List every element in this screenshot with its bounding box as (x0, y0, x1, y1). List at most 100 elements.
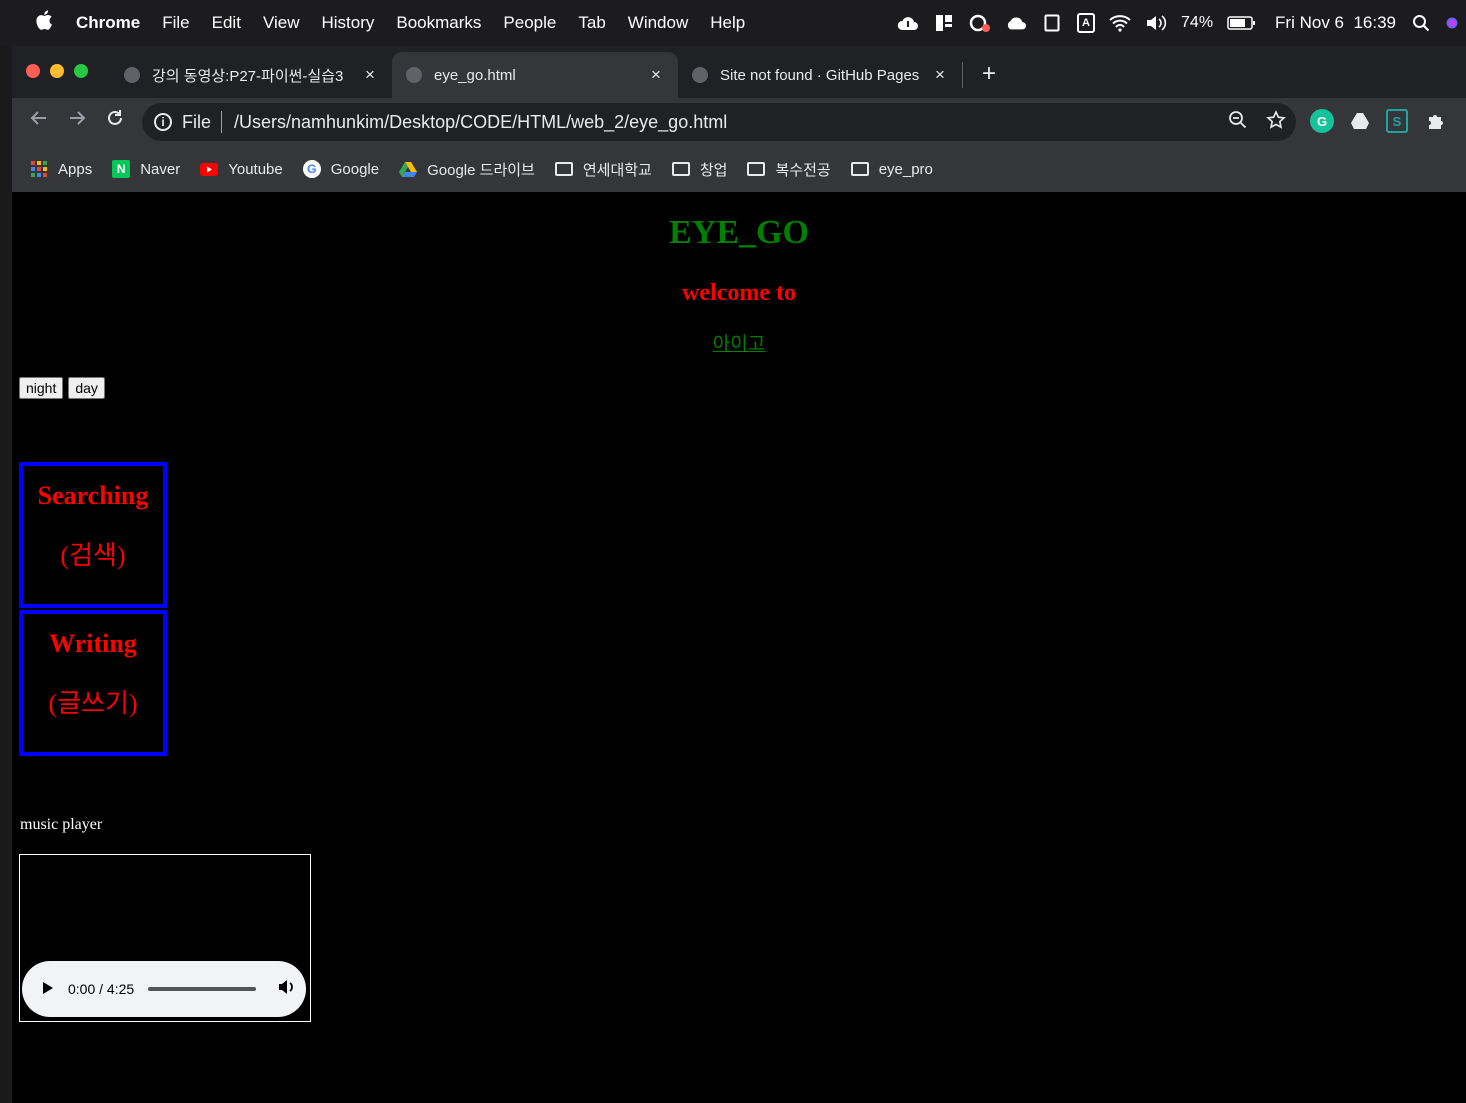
bookmark-label: Google 드라이브 (427, 161, 535, 179)
audio-progress-track[interactable] (148, 987, 257, 991)
page-subtitle: welcome to (682, 280, 796, 306)
bookmark-label: Naver (140, 160, 181, 178)
searching-title: Searching (37, 481, 149, 510)
globe-icon (124, 67, 140, 83)
window-edge (0, 46, 12, 1103)
bookmark-folder-startup[interactable]: 창업 (671, 159, 728, 180)
battery-percent: 74% (1181, 14, 1214, 31)
back-arrow-icon[interactable] (26, 108, 52, 134)
bookmark-star-icon[interactable] (1266, 110, 1286, 135)
close-window-button[interactable] (26, 64, 40, 78)
address-bar[interactable]: i File /Users/namhunkim/Desktop/CODE/HTM… (142, 103, 1296, 141)
tab-close-icon[interactable]: × (644, 65, 668, 85)
globe-icon (406, 67, 422, 83)
macos-menubar: Chrome File Edit View History Bookmarks … (0, 0, 1466, 46)
writing-subtitle: (글쓰기) (48, 689, 138, 718)
google-drive-icon (399, 160, 418, 178)
forward-arrow-icon[interactable] (64, 108, 90, 134)
menu-view[interactable]: View (263, 13, 300, 33)
mode-buttons: night day (19, 377, 105, 399)
menu-edit[interactable]: Edit (212, 13, 241, 33)
bookmark-label: 창업 (699, 161, 728, 179)
night-button[interactable]: night (19, 377, 64, 399)
music-player-frame: 0:00 / 4:25 (19, 854, 311, 1022)
menu-tab[interactable]: Tab (578, 13, 605, 33)
url-scheme-label: File (182, 111, 212, 132)
tab-close-icon[interactable]: × (358, 65, 382, 85)
tab-title: Site not found · GitHub Pages (720, 66, 920, 84)
bookmark-folder-yonsei[interactable]: 연세대학교 (554, 159, 652, 180)
tab-close-icon[interactable]: × (928, 65, 952, 85)
menu-bookmarks[interactable]: Bookmarks (396, 13, 481, 33)
tab-title: eye_go.html (434, 66, 516, 84)
page-content: EYE_GO welcome to 아이고 night day Searchin… (12, 192, 1466, 1103)
omnibox-actions (1228, 110, 1286, 135)
minimize-window-button[interactable] (50, 64, 64, 78)
bookmark-label: eye_pro (878, 160, 933, 178)
reload-icon[interactable] (102, 108, 128, 134)
puzzle-extensions-icon[interactable] (1424, 109, 1448, 133)
icloud-icon[interactable] (1005, 12, 1027, 34)
bookmark-google[interactable]: G Google (302, 160, 380, 178)
bookmark-apps[interactable]: Apps (30, 160, 92, 178)
new-tab-button[interactable]: + (976, 60, 1002, 88)
menu-app-name[interactable]: Chrome (76, 13, 140, 33)
day-button[interactable]: day (68, 377, 105, 399)
apple-menu-icon[interactable] (36, 10, 56, 36)
status-area: A 74% Fri Nov 6 16:39 (897, 0, 1466, 46)
cloud-upload-icon[interactable] (897, 12, 919, 34)
menu-file[interactable]: File (162, 13, 189, 33)
tab-title: 강의 동영상:P27-파이썬-실습3 (152, 67, 344, 85)
url-text[interactable]: /Users/namhunkim/Desktop/CODE/HTML/web_2… (234, 112, 727, 133)
bookmark-folder-eye-pro[interactable]: eye_pro (850, 160, 933, 178)
menu-window[interactable]: Window (628, 13, 688, 33)
creative-cloud-icon[interactable] (969, 12, 991, 34)
site-info-icon[interactable]: i (154, 113, 172, 131)
bookmark-folder-double-major[interactable]: 복수전공 (747, 159, 831, 180)
naver-icon: N (112, 160, 131, 178)
folder-icon (671, 162, 690, 176)
zoom-window-button[interactable] (74, 64, 88, 78)
searching-box[interactable]: Searching (검색) (19, 462, 167, 608)
bookmark-label: Apps (58, 160, 93, 178)
play-icon[interactable] (42, 981, 54, 998)
bookmark-google-drive[interactable]: Google 드라이브 (399, 159, 535, 180)
menu-help[interactable]: Help (710, 13, 745, 33)
searching-subtitle: (검색) (60, 541, 126, 570)
writing-title: Writing (49, 629, 137, 658)
wifi-icon[interactable] (1109, 12, 1131, 34)
page-link-wrapper: 아이고 (12, 329, 1466, 356)
bookmark-label: 연세대학교 (582, 161, 652, 179)
bookmark-youtube[interactable]: Youtube (200, 160, 283, 178)
apps-grid-icon (30, 160, 48, 178)
siri-icon[interactable] (1446, 12, 1458, 34)
audio-time: 0:00 / 4:25 (68, 981, 135, 997)
browser-toolbar: i File /Users/namhunkim/Desktop/CODE/HTM… (12, 98, 1466, 146)
input-source-icon[interactable]: A (1077, 13, 1096, 33)
spotlight-search-icon[interactable] (1410, 12, 1432, 34)
bookmark-label: Google (330, 160, 380, 178)
bookmarks-bar: Apps N Naver Youtube G Google Google 드라이… (12, 146, 1466, 192)
folder-icon (850, 162, 869, 176)
writing-box[interactable]: Writing (글쓰기) (19, 610, 167, 756)
bookmark-naver[interactable]: N Naver (112, 160, 180, 178)
volume-icon[interactable] (1145, 12, 1167, 34)
menu-history[interactable]: History (321, 13, 374, 33)
tab-eye-go[interactable]: eye_go.html × (392, 52, 678, 98)
audio-player[interactable]: 0:00 / 4:25 (22, 961, 306, 1017)
tab-site-not-found[interactable]: Site not found · GitHub Pages × (678, 52, 962, 98)
aigo-link[interactable]: 아이고 (713, 334, 765, 355)
volume-icon[interactable] (278, 979, 296, 1000)
grammarly-extension-icon[interactable]: G (1310, 109, 1334, 133)
zoom-icon[interactable] (1228, 110, 1248, 135)
layout-icon[interactable] (933, 12, 955, 34)
window-icon[interactable] (1041, 12, 1063, 34)
clock[interactable]: Fri Nov 6 16:39 (1275, 13, 1396, 33)
bookmark-label: Youtube (228, 160, 283, 178)
menu-people[interactable]: People (503, 13, 556, 33)
youtube-icon (200, 160, 219, 178)
battery-icon[interactable] (1227, 12, 1257, 34)
tab-lecture-video[interactable]: 강의 동영상:P27-파이썬-실습3 × (110, 52, 392, 98)
s-extension-icon[interactable]: S (1386, 109, 1408, 133)
drive-extension-icon[interactable] (1348, 109, 1372, 133)
